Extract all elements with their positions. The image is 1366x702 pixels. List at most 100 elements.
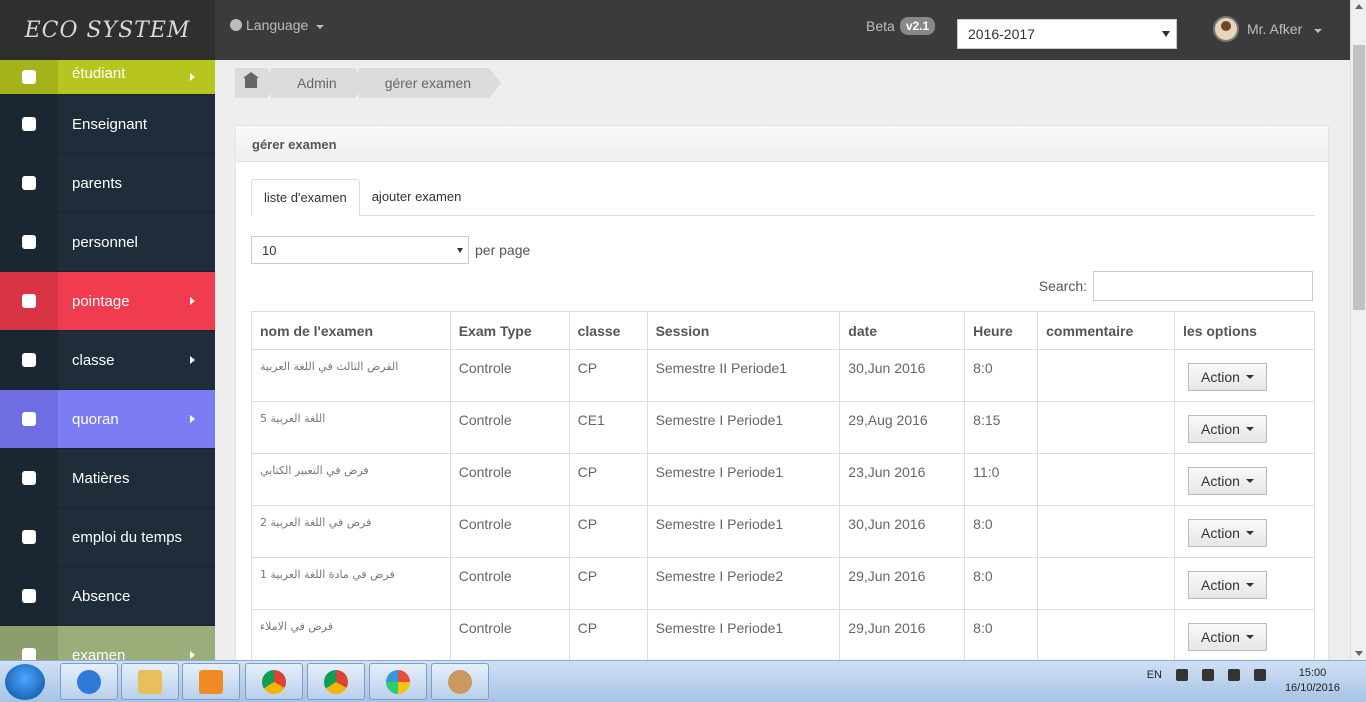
- search-control: Search:: [1039, 271, 1313, 301]
- table-cell: CP: [568, 609, 648, 660]
- school-year-select[interactable]: 2016-2017: [957, 19, 1177, 49]
- sidebar-item-icon-wrap: [0, 213, 58, 271]
- table-cell: Semestre I Periode2: [646, 557, 841, 610]
- sidebar-item[interactable]: Enseignant: [0, 95, 215, 154]
- user-menu[interactable]: Mr. Afker: [1213, 16, 1323, 42]
- windows-start-icon[interactable]: [5, 664, 45, 700]
- user-icon: [22, 176, 36, 190]
- column-header[interactable]: Exam Type: [449, 311, 570, 350]
- options-cell: Action: [1174, 349, 1315, 402]
- taskbar-explorer[interactable]: [121, 663, 179, 700]
- action-button-label: Action: [1201, 629, 1240, 645]
- sidebar-item[interactable]: examen: [0, 626, 215, 660]
- table-cell: [1037, 349, 1176, 402]
- clock-time: 15:00: [1298, 667, 1327, 679]
- sidebar-item[interactable]: quoran: [0, 390, 215, 449]
- action-button[interactable]: Action: [1188, 623, 1267, 651]
- options-cell: Action: [1174, 609, 1315, 660]
- caret-down-icon: [1245, 635, 1254, 639]
- search-label: Search:: [1038, 278, 1087, 294]
- clock-icon: [22, 294, 36, 308]
- per-page-label: per page: [475, 242, 531, 258]
- sidebar-item[interactable]: étudiant: [0, 60, 215, 95]
- table-cell: 29,Aug 2016: [839, 401, 966, 454]
- school-year-value: 2016-2017: [968, 26, 1035, 42]
- sidebar-item-label: Enseignant: [72, 115, 148, 133]
- column-header[interactable]: Heure: [964, 311, 1039, 350]
- book-icon: [22, 471, 36, 485]
- search-input[interactable]: [1093, 271, 1313, 301]
- language-dropdown[interactable]: Language: [230, 17, 325, 33]
- scroll-thumb[interactable]: [1353, 45, 1365, 310]
- action-button[interactable]: Action: [1188, 363, 1267, 391]
- page-scrollbar[interactable]: [1350, 0, 1366, 660]
- column-header[interactable]: Session: [646, 311, 841, 350]
- table-cell: Semestre II Periode1: [646, 349, 841, 402]
- windows-taskbar: EN 15:00 16/10/2016: [0, 660, 1366, 702]
- sidebar-item[interactable]: classe: [0, 331, 215, 390]
- table-row: اللغة العربية 5 Controle CE1 Semestre I Per…: [251, 401, 1315, 454]
- main-content: Admin gérer examen gérer examen liste d'…: [215, 60, 1350, 660]
- sidebar-item[interactable]: Matières: [0, 449, 215, 508]
- sidebar-item-icon-wrap: [0, 60, 58, 94]
- briefcase-icon: [22, 353, 36, 367]
- show-hidden-icon[interactable]: [1176, 669, 1188, 681]
- taskbar-paint[interactable]: [431, 663, 489, 700]
- sidebar-item[interactable]: pointage: [0, 272, 215, 331]
- table-cell: 8:0: [964, 505, 1039, 558]
- chrome-icon: [262, 669, 286, 694]
- scroll-down-icon[interactable]: [1355, 651, 1363, 656]
- scroll-up-icon[interactable]: [1355, 4, 1363, 9]
- display-icon[interactable]: [1228, 669, 1240, 681]
- sidebar-item[interactable]: Absence: [0, 567, 215, 626]
- per-page-select[interactable]: 10: [251, 236, 469, 264]
- sidebar-item[interactable]: personnel: [0, 213, 215, 272]
- action-button-label: Action: [1201, 577, 1240, 593]
- volume-icon[interactable]: [1254, 669, 1266, 681]
- taskbar-chrome-1[interactable]: [245, 663, 303, 700]
- sidebar-item-label: personnel: [72, 233, 138, 251]
- users-icon: [22, 70, 36, 84]
- caret-down-icon: [316, 25, 325, 29]
- taskbar-chrome-2[interactable]: [307, 663, 365, 700]
- clock[interactable]: 15:00 16/10/2016: [1285, 666, 1340, 696]
- column-header[interactable]: classe: [568, 311, 648, 350]
- brand-logo[interactable]: ECO SYSTEM: [0, 0, 215, 60]
- clock-date: 16/10/2016: [1284, 682, 1340, 694]
- table-cell: Controle: [449, 453, 570, 506]
- table-cell: CP: [568, 349, 648, 402]
- network-icon[interactable]: [1202, 669, 1214, 681]
- options-cell: Action: [1174, 505, 1315, 558]
- sidebar-item[interactable]: emploi du temps: [0, 508, 215, 567]
- user-icon: [22, 117, 36, 131]
- breadcrumb-current[interactable]: gérer examen: [358, 68, 502, 98]
- table-cell: 30,Jun 2016: [839, 505, 966, 558]
- taskbar-photos[interactable]: [369, 663, 427, 700]
- column-header[interactable]: date: [839, 311, 966, 350]
- breadcrumb-home[interactable]: [235, 68, 279, 98]
- action-button[interactable]: Action: [1188, 519, 1267, 547]
- beta-label: Beta: [866, 18, 895, 34]
- tab-exam-list[interactable]: liste d'examen: [251, 179, 360, 216]
- table-cell: Controle: [449, 401, 570, 454]
- tabs: liste d'examen ajouter examen: [251, 179, 1315, 216]
- language-indicator[interactable]: EN: [1147, 669, 1162, 681]
- column-header[interactable]: les options: [1174, 311, 1315, 350]
- sidebar-item-icon-wrap: [0, 272, 58, 330]
- table-cell: Controle: [449, 609, 570, 660]
- action-button[interactable]: Action: [1188, 415, 1267, 443]
- action-button[interactable]: Action: [1188, 467, 1267, 495]
- taskbar-ie[interactable]: [60, 663, 118, 700]
- column-header[interactable]: commentaire: [1037, 311, 1176, 350]
- action-button[interactable]: Action: [1188, 571, 1267, 599]
- taskbar-media[interactable]: [182, 663, 240, 700]
- tab-add-exam[interactable]: ajouter examen: [360, 179, 474, 216]
- sidebar-item[interactable]: parents: [0, 154, 215, 213]
- column-header[interactable]: nom de l'examen: [251, 311, 451, 350]
- table-cell: Controle: [449, 505, 570, 558]
- table-cell: 29,Jun 2016: [839, 557, 966, 610]
- sidebar-item-icon-wrap: [0, 390, 58, 448]
- sidebar-item-icon-wrap: [0, 331, 58, 389]
- sidebar-item-label: parents: [72, 174, 123, 192]
- breadcrumb-admin[interactable]: Admin: [271, 68, 367, 98]
